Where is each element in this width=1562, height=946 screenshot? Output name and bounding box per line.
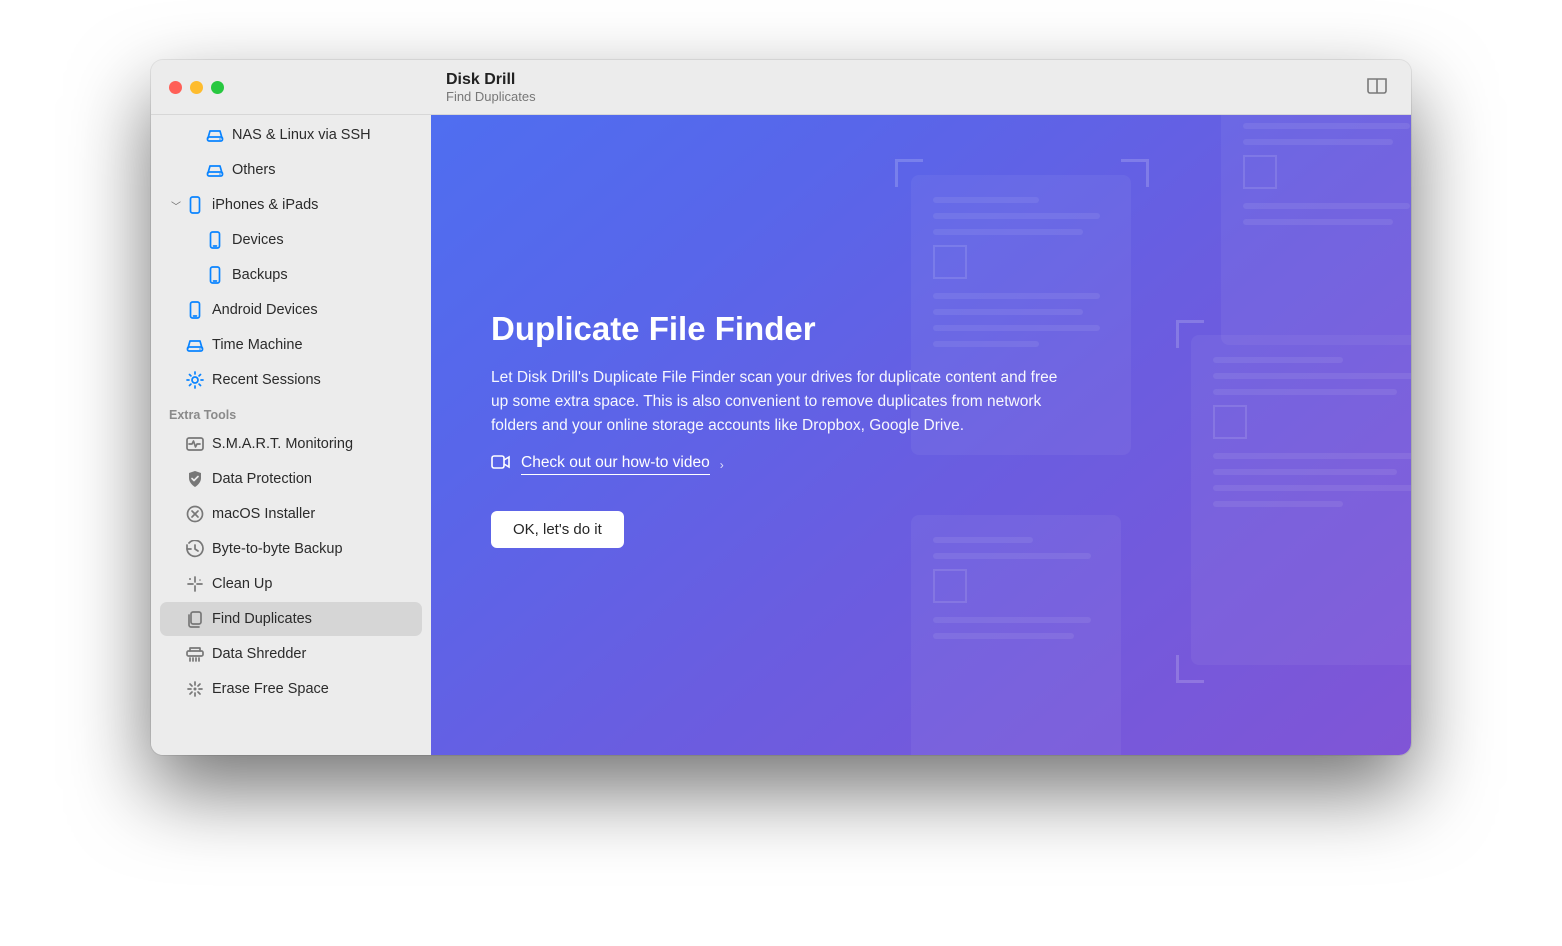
main-panel: Duplicate File Finder Let Disk Drill's D… — [431, 115, 1411, 755]
phone-icon — [184, 301, 206, 319]
app-title: Disk Drill — [446, 70, 536, 89]
help-button[interactable] — [1365, 76, 1389, 101]
sidebar-item-label: Erase Free Space — [206, 681, 329, 697]
x-circle-icon — [184, 505, 206, 523]
clock-icon — [184, 540, 206, 558]
title-block: Disk Drill Find Duplicates — [431, 70, 536, 105]
sidebar-item-time-machine[interactable]: Time Machine — [160, 328, 422, 362]
sidebar-item-data-protection[interactable]: Data Protection — [160, 462, 422, 496]
sidebar-item-label: NAS & Linux via SSH — [226, 127, 371, 143]
phone-icon — [204, 266, 226, 284]
sidebar-section-label: Extra Tools — [151, 398, 431, 426]
sidebar-item-label: Recent Sessions — [206, 372, 321, 388]
sidebar-item-label: Data Shredder — [206, 646, 306, 662]
sidebar-item-label: Time Machine — [206, 337, 303, 353]
sidebar: NAS & Linux via SSH Others ﹀ iPhones & iPad… — [151, 115, 431, 755]
app-window: Disk Drill Find Duplicates NAS & Linux v… — [151, 60, 1411, 755]
disk-icon — [204, 163, 226, 177]
sidebar-item-label: Find Duplicates — [206, 611, 312, 627]
heartbeat-icon — [184, 437, 206, 451]
disk-icon — [204, 128, 226, 142]
sidebar-item-label: Byte-to-byte Backup — [206, 541, 343, 557]
copies-icon — [184, 610, 206, 628]
sidebar-item-data-shredder[interactable]: Data Shredder — [160, 637, 422, 671]
sidebar-item-label: iPhones & iPads — [206, 197, 318, 213]
ok-lets-do-it-button[interactable]: OK, let's do it — [491, 511, 624, 548]
shield-icon — [184, 470, 206, 488]
sidebar-item-label: Devices — [226, 232, 284, 248]
sidebar-item-erase-free-space[interactable]: Erase Free Space — [160, 672, 422, 706]
sidebar-item-others[interactable]: Others — [160, 153, 422, 187]
sidebar-item-iphones-ipads[interactable]: ﹀ iPhones & iPads — [160, 188, 422, 222]
phone-outline-icon — [184, 196, 206, 214]
howto-link-text: Check out our how-to video — [521, 454, 710, 475]
close-window-button[interactable] — [169, 81, 182, 94]
minimize-window-button[interactable] — [190, 81, 203, 94]
sidebar-item-label: Clean Up — [206, 576, 272, 592]
fullscreen-window-button[interactable] — [211, 81, 224, 94]
sidebar-item-s-m-a-r-t-monitoring[interactable]: S.M.A.R.T. Monitoring — [160, 427, 422, 461]
burst-icon — [184, 680, 206, 698]
sidebar-item-byte-to-byte-backup[interactable]: Byte-to-byte Backup — [160, 532, 422, 566]
shredder-icon — [184, 646, 206, 662]
sidebar-item-nas-linux-via-ssh[interactable]: NAS & Linux via SSH — [160, 118, 422, 152]
sidebar-item-clean-up[interactable]: Clean Up — [160, 567, 422, 601]
sidebar-item-backups[interactable]: Backups — [160, 258, 422, 292]
titlebar: Disk Drill Find Duplicates — [151, 60, 1411, 115]
chevron-down-icon: ﹀ — [168, 198, 184, 213]
sidebar-item-recent-sessions[interactable]: Recent Sessions — [160, 363, 422, 397]
disk-icon — [184, 338, 206, 352]
sidebar-item-devices[interactable]: Devices — [160, 223, 422, 257]
howto-video-link[interactable]: Check out our how-to video › — [491, 454, 724, 475]
app-subtitle: Find Duplicates — [446, 89, 536, 105]
sparkle-icon — [184, 576, 206, 592]
gear-icon — [184, 371, 206, 389]
video-icon — [491, 455, 511, 474]
sidebar-item-android-devices[interactable]: Android Devices — [160, 293, 422, 327]
page-description: Let Disk Drill's Duplicate File Finder s… — [491, 366, 1071, 438]
window-controls — [151, 81, 431, 94]
sidebar-item-label: Backups — [226, 267, 288, 283]
page-heading: Duplicate File Finder — [491, 310, 1071, 348]
sidebar-item-label: Android Devices — [206, 302, 318, 318]
phone-icon — [204, 231, 226, 249]
feature-intro: Duplicate File Finder Let Disk Drill's D… — [491, 310, 1071, 548]
sidebar-item-macos-installer[interactable]: macOS Installer — [160, 497, 422, 531]
sidebar-item-label: Others — [226, 162, 276, 178]
sidebar-item-find-duplicates[interactable]: Find Duplicates — [160, 602, 422, 636]
sidebar-item-label: Data Protection — [206, 471, 312, 487]
chevron-right-icon: › — [720, 458, 724, 472]
sidebar-item-label: macOS Installer — [206, 506, 315, 522]
sidebar-item-label: S.M.A.R.T. Monitoring — [206, 436, 353, 452]
